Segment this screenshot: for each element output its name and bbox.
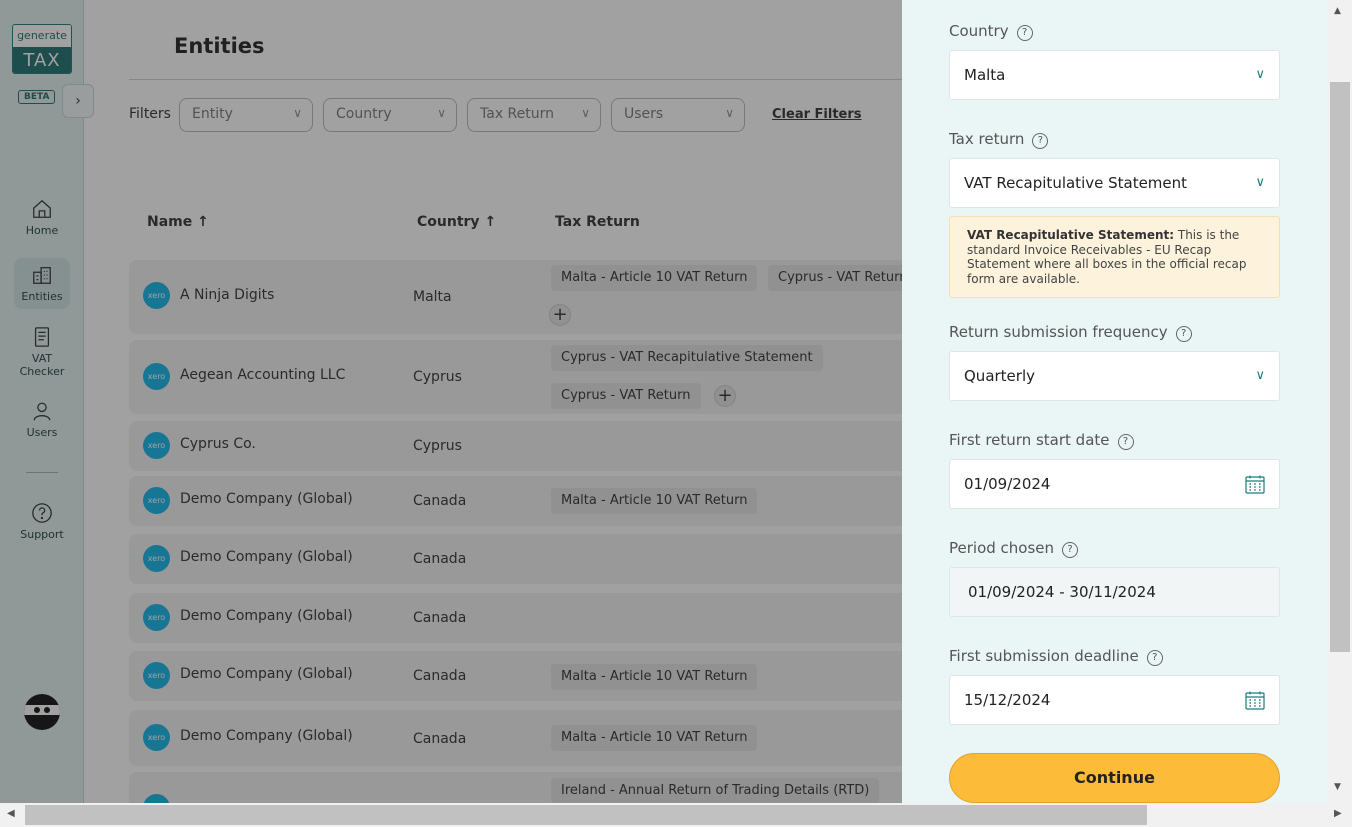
help-icon[interactable]: ? xyxy=(1032,133,1049,149)
horizontal-scrollbar[interactable]: ◀ ▶ xyxy=(0,803,1352,827)
tax-return-label: Tax return? xyxy=(949,130,1049,149)
frequency-label: Return submission frequency? xyxy=(949,323,1192,342)
vertical-scrollbar[interactable]: ▲ ▼ xyxy=(1328,0,1352,803)
frequency-select[interactable]: Quarterly ∨ xyxy=(949,351,1280,401)
help-icon[interactable]: ? xyxy=(1146,650,1163,666)
deadline-label: First submission deadline? xyxy=(949,647,1163,666)
help-icon[interactable]: ? xyxy=(1117,434,1134,450)
entity-setup-panel: Country? Malta ∨ Tax return? VAT Recapit… xyxy=(902,0,1328,803)
country-label: Country? xyxy=(949,22,1033,41)
info-title: VAT Recapitulative Statement: xyxy=(967,228,1175,242)
frequency-select-value: Quarterly xyxy=(964,367,1035,385)
scroll-left-arrow-icon[interactable]: ◀ xyxy=(7,808,15,819)
scroll-up-arrow-icon[interactable]: ▲ xyxy=(1334,6,1341,16)
period-value: 01/09/2024 - 30/11/2024 xyxy=(968,583,1156,601)
period-label: Period chosen? xyxy=(949,539,1079,558)
country-select[interactable]: Malta ∨ xyxy=(949,50,1280,100)
chevron-down-icon: ∨ xyxy=(1255,175,1265,190)
country-select-value: Malta xyxy=(964,66,1006,84)
calendar-icon[interactable] xyxy=(1245,475,1265,494)
vertical-scroll-thumb[interactable] xyxy=(1330,82,1350,652)
help-icon[interactable]: ? xyxy=(1016,25,1033,41)
tax-return-select[interactable]: VAT Recapitulative Statement ∨ xyxy=(949,158,1280,208)
start-date-label: First return start date? xyxy=(949,431,1134,450)
help-icon[interactable]: ? xyxy=(1062,542,1079,558)
period-display: 01/09/2024 - 30/11/2024 xyxy=(949,567,1280,617)
modal-backdrop[interactable] xyxy=(0,0,902,803)
help-icon[interactable]: ? xyxy=(1175,326,1192,342)
tax-return-info-box: VAT Recapitulative Statement: This is th… xyxy=(949,216,1280,298)
chevron-down-icon: ∨ xyxy=(1255,368,1265,383)
deadline-input[interactable]: 15/12/2024 xyxy=(949,675,1280,725)
continue-button[interactable]: Continue xyxy=(949,753,1280,803)
deadline-value: 15/12/2024 xyxy=(964,691,1051,709)
start-date-input[interactable]: 01/09/2024 xyxy=(949,459,1280,509)
scroll-right-arrow-icon[interactable]: ▶ xyxy=(1334,808,1342,819)
scroll-down-arrow-icon[interactable]: ▼ xyxy=(1334,782,1341,792)
chevron-down-icon: ∨ xyxy=(1255,67,1265,82)
start-date-value: 01/09/2024 xyxy=(964,475,1051,493)
tax-return-select-value: VAT Recapitulative Statement xyxy=(964,174,1188,192)
calendar-icon[interactable] xyxy=(1245,691,1265,710)
horizontal-scroll-thumb[interactable] xyxy=(25,805,1147,825)
